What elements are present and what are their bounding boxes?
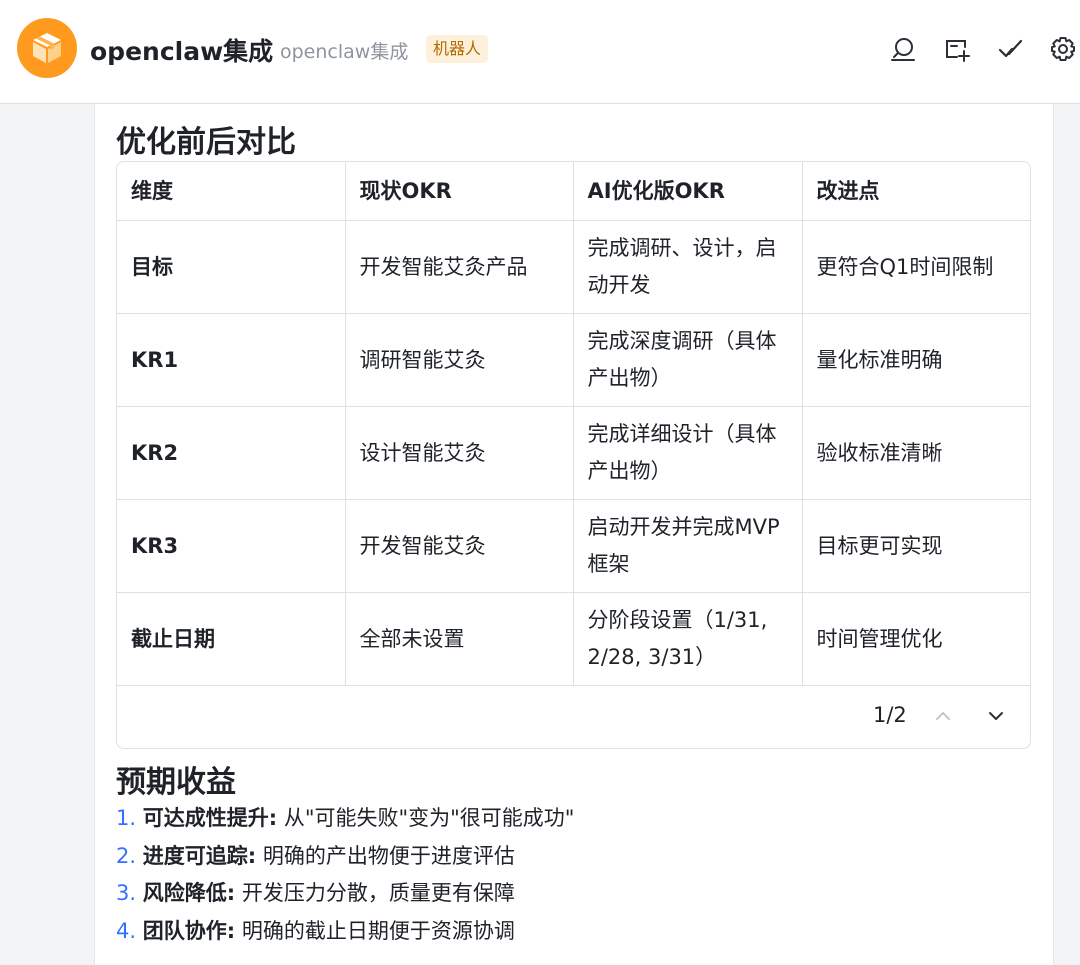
add-tab-icon — [946, 40, 970, 62]
table-row: 截止日期 全部未设置 分阶段设置（1/31, 2/28, 3/31） 时间管理优… — [117, 592, 1030, 686]
comparison-table-container: 维度 现状OKR AI优化版OKR 改进点 目标 开发智能艾灸产品 完成调研、设… — [116, 161, 1031, 749]
prev-page-button[interactable] — [929, 702, 957, 730]
page-indicator: 1/2 — [873, 703, 907, 727]
table-row: KR3 开发智能艾灸 启动开发并完成MVP框架 目标更可实现 — [117, 499, 1030, 593]
bot-badge: 机器人 — [426, 35, 489, 63]
table-cell: 时间管理优化 — [802, 592, 1030, 686]
list-item: 4. 团队协作: 明确的截止日期便于资源协调 — [116, 913, 574, 951]
benefits-heading: 预期收益 — [116, 765, 236, 800]
column-header: 维度 — [117, 162, 346, 221]
list-item: 3. 风险降低: 开发压力分散，质量更有保障 — [116, 875, 574, 913]
table-cell: 完成调研、设计，启动开发 — [573, 220, 803, 314]
table-row: 目标 开发智能艾灸产品 完成调研、设计，启动开发 更符合Q1时间限制 — [117, 220, 1030, 314]
list-number: 4. — [116, 918, 137, 943]
list-item: 1. 可达成性提升: 从"可能失败"变为"很可能成功" — [116, 800, 574, 838]
chevron-down-icon — [989, 712, 1003, 720]
comparison-table: 维度 现状OKR AI优化版OKR 改进点 目标 开发智能艾灸产品 完成调研、设… — [117, 162, 1030, 686]
table-pager: 1/2 — [117, 683, 1030, 748]
table-row: KR2 设计智能艾灸 完成详细设计（具体产出物） 验收标准清晰 — [117, 406, 1030, 500]
table-cell: 设计智能艾灸 — [345, 406, 574, 500]
list-item-text: 明确的产出物便于进度评估 — [256, 843, 515, 868]
chat-subtitle: openclaw集成 — [280, 41, 409, 63]
search-chat-icon — [891, 38, 915, 61]
table-cell: 截止日期 — [117, 592, 346, 686]
column-header: 改进点 — [802, 162, 1030, 221]
column-header: 现状OKR — [345, 162, 574, 221]
list-number: 2. — [116, 843, 137, 868]
table-cell: 目标 — [117, 220, 346, 314]
chat-title: openclaw集成 — [90, 37, 274, 66]
chevron-up-icon — [936, 712, 950, 720]
list-item-text: 开发压力分散，质量更有保障 — [235, 881, 515, 905]
benefits-list: 1. 可达成性提升: 从"可能失败"变为"很可能成功" 2. 进度可追踪: 明确… — [116, 800, 574, 950]
box-icon — [33, 33, 61, 63]
table-cell: 全部未设置 — [345, 592, 574, 686]
table-cell: 量化标准明确 — [802, 313, 1030, 407]
table-header-row: 维度 现状OKR AI优化版OKR 改进点 — [117, 162, 1030, 221]
table-cell: 分阶段设置（1/31, 2/28, 3/31） — [573, 592, 803, 686]
table-row: KR1 调研智能艾灸 完成深度调研（具体产出物） 量化标准明确 — [117, 313, 1030, 407]
list-item-title: 进度可追踪: — [142, 843, 257, 868]
next-page-button[interactable] — [982, 702, 1010, 730]
list-item-text: 明确的截止日期便于资源协调 — [235, 918, 515, 943]
table-cell: KR2 — [117, 406, 346, 500]
list-item-title: 风险降低: — [142, 881, 236, 905]
checkmark-icon — [998, 39, 1023, 58]
list-item-text: 从"可能失败"变为"很可能成功" — [277, 806, 575, 830]
table-cell: 验收标准清晰 — [802, 406, 1030, 500]
table-cell: 开发智能艾灸产品 — [345, 220, 574, 314]
table-cell: KR1 — [117, 313, 346, 407]
table-cell: 更符合Q1时间限制 — [802, 220, 1030, 314]
table-cell: 开发智能艾灸 — [345, 499, 574, 593]
list-item-title: 可达成性提升: — [142, 806, 278, 830]
table-cell: 目标更可实现 — [802, 499, 1030, 593]
column-header: AI优化版OKR — [573, 162, 803, 221]
settings-button[interactable] — [1048, 34, 1078, 64]
mark-done-button[interactable] — [996, 34, 1026, 64]
list-number: 3. — [116, 881, 137, 905]
comparison-heading: 优化前后对比 — [116, 125, 296, 160]
list-number: 1. — [116, 806, 137, 830]
add-tab-button[interactable] — [942, 34, 972, 64]
table-cell: 启动开发并完成MVP框架 — [573, 499, 803, 593]
table-cell: 调研智能艾灸 — [345, 313, 574, 407]
table-cell: KR3 — [117, 499, 346, 593]
list-item: 2. 进度可追踪: 明确的产出物便于进度评估 — [116, 838, 574, 876]
gear-icon — [1051, 37, 1075, 61]
search-chat-button[interactable] — [888, 34, 918, 64]
table-cell: 完成深度调研（具体产出物） — [573, 313, 803, 407]
table-cell: 完成详细设计（具体产出物） — [573, 406, 803, 500]
list-item-title: 团队协作: — [142, 918, 236, 943]
chat-header: openclaw集成 openclaw集成 机器人 — [0, 0, 1080, 104]
bot-avatar[interactable] — [17, 18, 77, 78]
